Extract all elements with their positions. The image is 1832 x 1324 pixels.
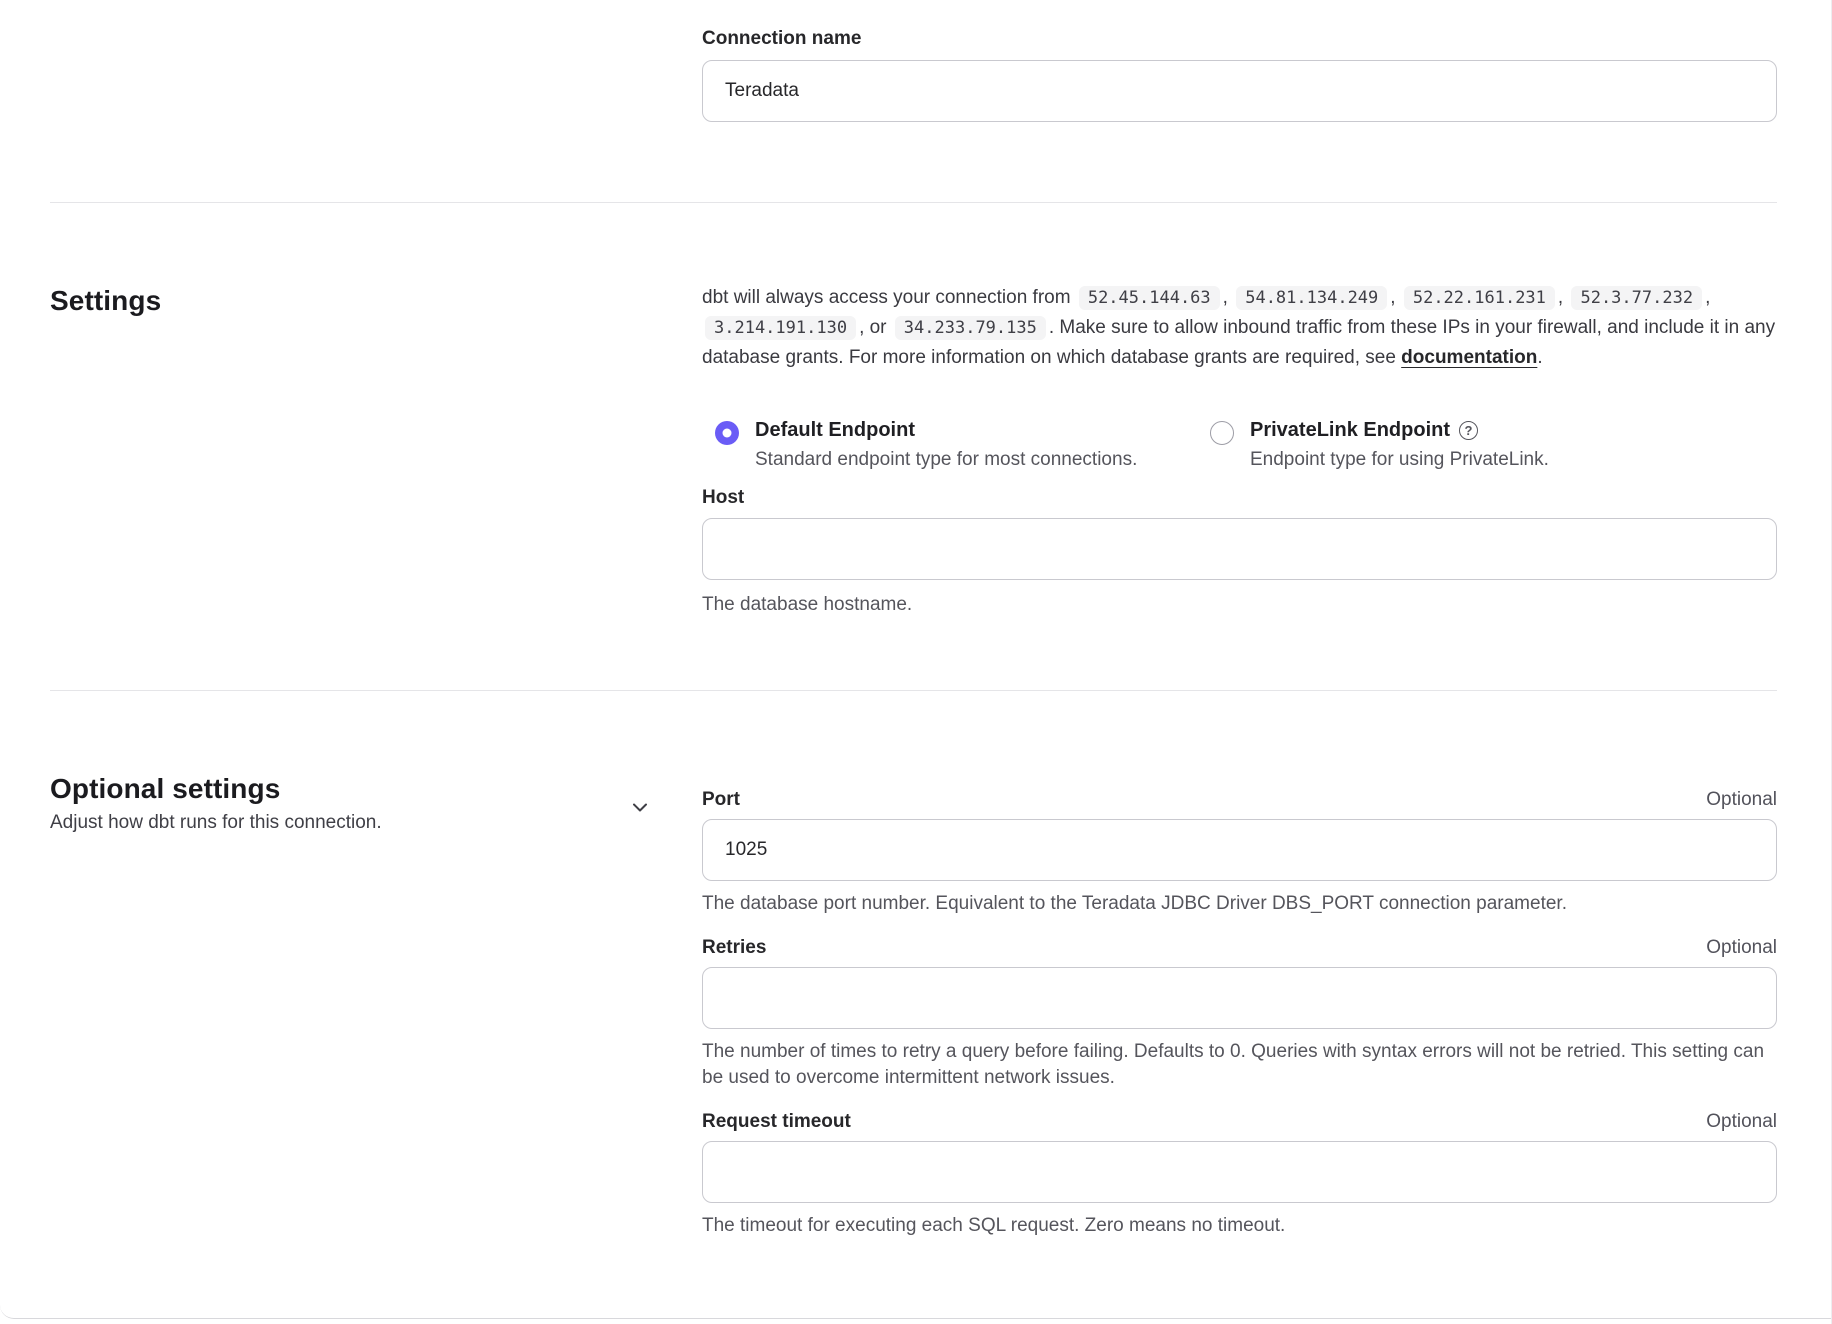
separator-text: , [1223, 287, 1234, 308]
collapse-section-button[interactable] [628, 795, 652, 819]
privatelink-endpoint-description: Endpoint type for using PrivateLink. [1250, 449, 1549, 471]
retries-helper-text: The number of times to retry a query bef… [702, 1039, 1777, 1091]
default-endpoint-description: Standard endpoint type for most connecti… [755, 449, 1137, 471]
ip-allowlist-text: dbt will always access your connection f… [702, 283, 1777, 373]
help-icon[interactable]: ? [1459, 421, 1478, 440]
ip-chip: 54.81.134.249 [1236, 286, 1387, 310]
connection-name-left-spacer [50, 28, 652, 122]
port-field: Port Optional The database port number. … [702, 789, 1777, 917]
default-endpoint-option[interactable]: Default Endpoint Standard endpoint type … [715, 419, 1210, 471]
host-field: Host The database hostname. [702, 487, 1777, 618]
host-input[interactable] [702, 518, 1777, 580]
optional-settings-title: Optional settings [50, 773, 382, 805]
retries-field: Retries Optional The number of times to … [702, 937, 1777, 1091]
default-endpoint-label: Default Endpoint [755, 419, 915, 442]
settings-section: Settings dbt will always access your con… [50, 203, 1777, 690]
request-timeout-label: Request timeout [702, 1111, 851, 1133]
request-timeout-input[interactable] [702, 1141, 1777, 1203]
separator-text: , or [859, 317, 892, 338]
ip-chip: 52.22.161.231 [1404, 286, 1555, 310]
port-helper-text: The database port number. Equivalent to … [702, 891, 1777, 917]
retries-label: Retries [702, 937, 766, 959]
documentation-link[interactable]: documentation [1401, 347, 1537, 368]
ip-chip: 52.45.144.63 [1079, 286, 1220, 310]
request-timeout-helper-text: The timeout for executing each SQL reque… [702, 1213, 1777, 1239]
request-timeout-field: Request timeout Optional The timeout for… [702, 1111, 1777, 1239]
connection-name-label: Connection name [702, 28, 1777, 50]
optional-settings-subtitle: Adjust how dbt runs for this connection. [50, 812, 382, 834]
host-label: Host [702, 487, 1777, 509]
connection-name-input[interactable] [702, 60, 1777, 122]
separator-text: , [1558, 287, 1569, 308]
optional-badge: Optional [1706, 937, 1777, 959]
period-text: . [1537, 347, 1542, 368]
retries-input[interactable] [702, 967, 1777, 1029]
port-label: Port [702, 789, 740, 811]
settings-title: Settings [50, 285, 652, 317]
separator-text: , [1390, 287, 1401, 308]
endpoint-radio-group: Default Endpoint Standard endpoint type … [702, 419, 1777, 471]
optional-settings-section: Optional settings Adjust how dbt runs fo… [50, 691, 1777, 1313]
privatelink-endpoint-option[interactable]: PrivateLink Endpoint ? Endpoint type for… [1210, 419, 1549, 471]
ip-chip: 34.233.79.135 [895, 316, 1046, 340]
host-helper-text: The database hostname. [702, 592, 1777, 618]
separator-text: , [1705, 287, 1710, 308]
optional-badge: Optional [1706, 789, 1777, 811]
ip-chip: 52.3.77.232 [1571, 286, 1702, 310]
connection-name-section: Connection name [50, 0, 1777, 202]
default-endpoint-radio[interactable] [715, 421, 739, 445]
ip-intro-text: dbt will always access your connection f… [702, 287, 1076, 308]
ip-chip: 3.214.191.130 [705, 316, 856, 340]
privatelink-endpoint-label: PrivateLink Endpoint [1250, 419, 1450, 442]
port-input[interactable] [702, 819, 1777, 881]
connection-settings-page: Connection name Settings dbt will always… [0, 0, 1832, 1324]
chevron-down-icon [628, 795, 652, 819]
privatelink-endpoint-radio[interactable] [1210, 421, 1234, 445]
optional-badge: Optional [1706, 1111, 1777, 1133]
settings-card: Connection name Settings dbt will always… [0, 0, 1831, 1319]
